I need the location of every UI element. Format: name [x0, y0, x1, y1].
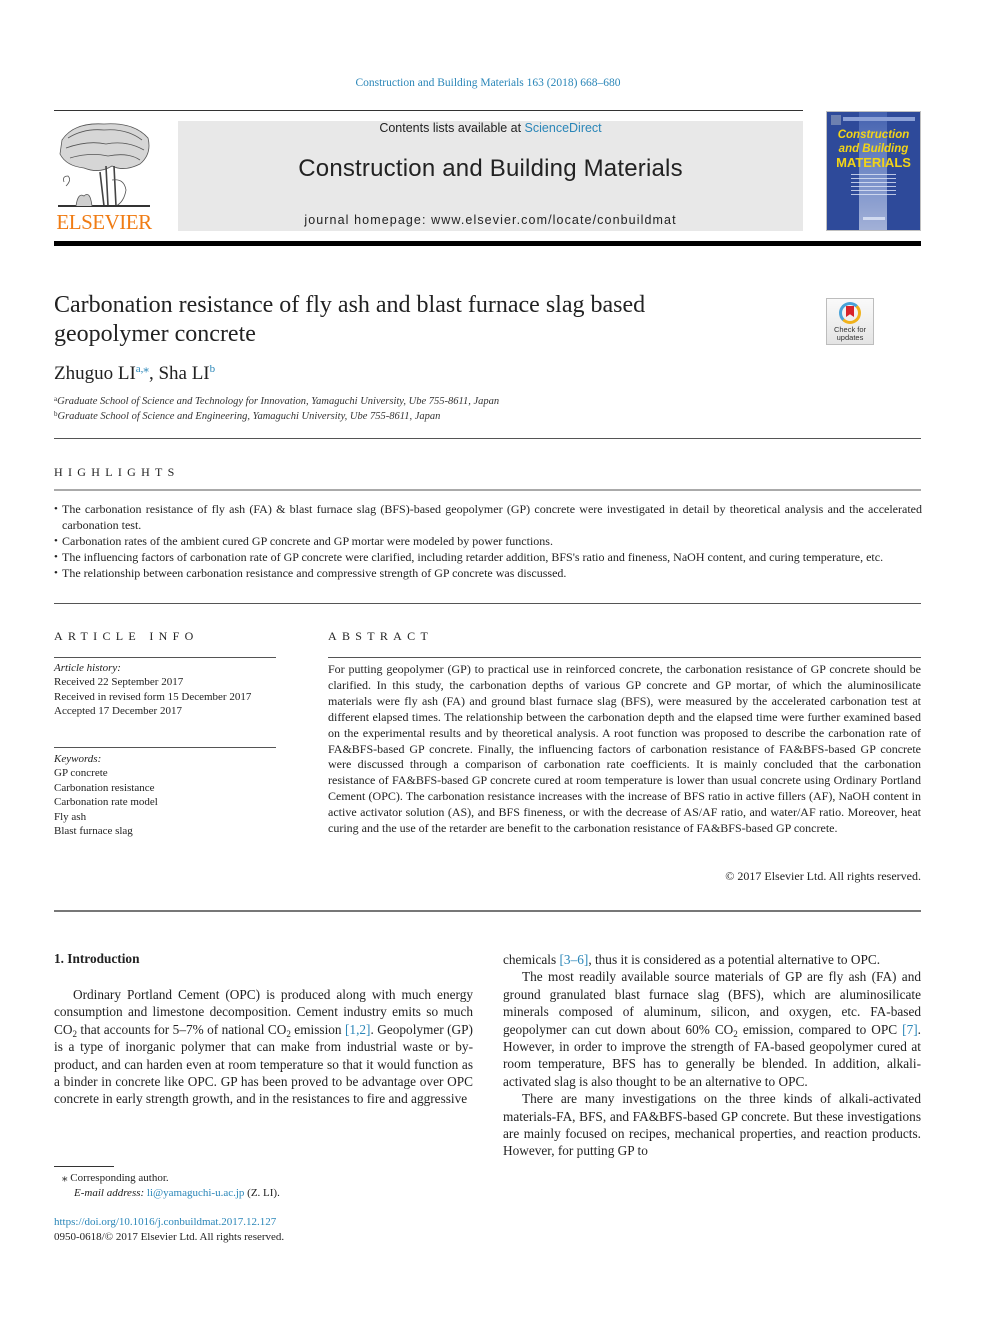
- journal-cover-image[interactable]: Construction and Building MATERIALS: [826, 111, 921, 231]
- author-list: Zhuguo LIa,⁎, Sha LIb: [54, 362, 215, 385]
- email-suffix: (Z. LI).: [244, 1187, 280, 1199]
- cover-title: Construction and Building MATERIALS: [827, 128, 920, 170]
- history-accepted: Accepted 17 December 2017: [54, 705, 182, 718]
- footnote-rule: [54, 1166, 114, 1167]
- email-link[interactable]: li@yamaguchi-u.ac.jp: [147, 1187, 245, 1199]
- body-paragraph: Ordinary Portland Cement (OPC) is produc…: [54, 986, 473, 1108]
- body-column-right: chemicals [3–6], thus it is considered a…: [503, 951, 921, 1160]
- history-received: Received 22 September 2017: [54, 676, 184, 689]
- highlight-item: The influencing factors of carbonation r…: [54, 549, 922, 565]
- homepage-url-link[interactable]: www.elsevier.com/locate/conbuildmat: [431, 213, 677, 227]
- keywords-block: Keywords: GP concrete Carbonation resist…: [54, 752, 276, 838]
- elsevier-tree-icon: [58, 123, 150, 207]
- keyword-item: Fly ash: [54, 810, 87, 823]
- journal-masthead: Contents lists available at ScienceDirec…: [178, 121, 803, 231]
- masthead-thick-rule: [54, 241, 921, 246]
- text-run: emission, compared to OPC: [737, 1021, 903, 1037]
- cover-subtitle-text: [851, 174, 896, 196]
- author-affiliation-marker[interactable]: a,⁎: [136, 363, 149, 375]
- corresponding-text: Corresponding author.: [70, 1172, 169, 1184]
- reference-link[interactable]: [3–6]: [560, 952, 589, 967]
- header-rule: [54, 110, 803, 111]
- journal-homepage: journal homepage: www.elsevier.com/locat…: [178, 213, 803, 227]
- author-name[interactable]: Sha LI: [158, 363, 209, 384]
- keyword-item: Blast furnace slag: [54, 825, 133, 838]
- contents-prefix: Contents lists available at: [379, 121, 525, 135]
- crossmark-label: Check for updates: [827, 326, 873, 342]
- history-revised: Received in revised form 15 December 201…: [54, 690, 252, 703]
- corresponding-mark: ⁎: [62, 1172, 68, 1184]
- highlights-bottom-rule: [54, 603, 921, 604]
- journal-citation-link[interactable]: Construction and Building Materials 163 …: [0, 77, 976, 89]
- article-title: Carbonation resistance of fly ash and bl…: [54, 291, 794, 349]
- text-run: that accounts for 5–7% of national CO: [76, 1021, 287, 1037]
- affiliation: aGraduate School of Science and Technolo…: [54, 395, 499, 407]
- check-for-updates-button[interactable]: Check for updates: [826, 298, 874, 345]
- homepage-prefix: journal homepage:: [304, 213, 432, 227]
- body-paragraph: The most readily available source materi…: [503, 968, 921, 1090]
- issn-copyright: 0950-0618/© 2017 Elsevier Ltd. All right…: [54, 1231, 285, 1243]
- corresponding-author-note: ⁎ Corresponding author.: [62, 1171, 169, 1186]
- journal-title[interactable]: Construction and Building Materials: [178, 155, 803, 183]
- abstract-copyright: © 2017 Elsevier Ltd. All rights reserved…: [725, 869, 921, 883]
- abstract-text: For putting geopolymer (GP) to practical…: [328, 662, 921, 836]
- abstract-bottom-rule: [54, 910, 921, 912]
- text-run: , thus it is considered as a potential a…: [588, 952, 881, 967]
- keyword-item: GP concrete: [54, 767, 108, 780]
- keywords-label: Keywords:: [54, 753, 102, 765]
- author-affiliation-marker[interactable]: b: [210, 363, 216, 375]
- body-paragraph: There are many investigations on the thr…: [503, 1091, 921, 1159]
- contents-line: Contents lists available at ScienceDirec…: [178, 121, 803, 135]
- article-info-heading: ARTICLE INFO: [54, 629, 199, 643]
- sciencedirect-link[interactable]: ScienceDirect: [525, 121, 602, 135]
- cover-title-line3: MATERIALS: [836, 155, 911, 170]
- cover-title-line2: and Building: [838, 143, 909, 155]
- author-separator: ,: [148, 363, 159, 384]
- reference-link[interactable]: [7]: [902, 1022, 918, 1037]
- body-column-left: Ordinary Portland Cement (OPC) is produc…: [54, 986, 473, 1108]
- crossmark-label-line2: updates: [836, 333, 864, 342]
- email-label: E-mail address:: [74, 1187, 145, 1199]
- highlight-item: Carbonation rates of the ambient cured G…: [54, 533, 922, 549]
- article-title-line2: geopolymer concrete: [54, 321, 256, 347]
- keyword-item: Carbonation resistance: [54, 781, 155, 794]
- text-run: chemicals: [503, 952, 560, 967]
- highlights-list: The carbonation resistance of fly ash (F…: [54, 501, 922, 581]
- keywords-rule: [54, 747, 276, 748]
- author-name[interactable]: Zhuguo LI: [54, 363, 136, 384]
- article-info-rule: [54, 657, 276, 658]
- reference-link[interactable]: [1,2]: [345, 1022, 370, 1037]
- affiliation: bGraduate School of Science and Engineer…: [54, 410, 440, 422]
- body-paragraph: chemicals [3–6], thus it is considered a…: [503, 951, 921, 968]
- affiliation-text: Graduate School of Science and Engineeri…: [57, 411, 441, 422]
- highlights-rule: [54, 489, 921, 491]
- cover-publisher-mark: [831, 115, 841, 125]
- cover-top-bar: [843, 117, 915, 121]
- highlight-item: The carbonation resistance of fly ash (F…: [54, 501, 922, 533]
- highlight-item: The relationship between carbonation res…: [54, 565, 922, 581]
- email-note: E-mail address: li@yamaguchi-u.ac.jp (Z.…: [74, 1186, 280, 1201]
- text-run: emission: [290, 1021, 345, 1037]
- title-separator-rule: [54, 438, 921, 439]
- cover-footer: [863, 217, 885, 220]
- article-history: Article history: Received 22 September 2…: [54, 661, 276, 719]
- doi-link[interactable]: https://doi.org/10.1016/j.conbuildmat.20…: [54, 1216, 276, 1228]
- article-title-line1: Carbonation resistance of fly ash and bl…: [54, 292, 646, 318]
- abstract-heading: ABSTRACT: [328, 629, 434, 643]
- section-heading-introduction: 1. Introduction: [54, 951, 140, 966]
- highlights-heading: HIGHLIGHTS: [54, 465, 180, 479]
- article-history-label: Article history:: [54, 662, 121, 674]
- cover-title-line1: Construction: [837, 129, 910, 141]
- elsevier-logo[interactable]: ELSEVIER: [54, 120, 154, 235]
- affiliation-text: Graduate School of Science and Technolog…: [57, 396, 500, 407]
- abstract-rule: [328, 657, 921, 658]
- elsevier-wordmark: ELSEVIER: [56, 210, 152, 234]
- keyword-item: Carbonation rate model: [54, 796, 158, 809]
